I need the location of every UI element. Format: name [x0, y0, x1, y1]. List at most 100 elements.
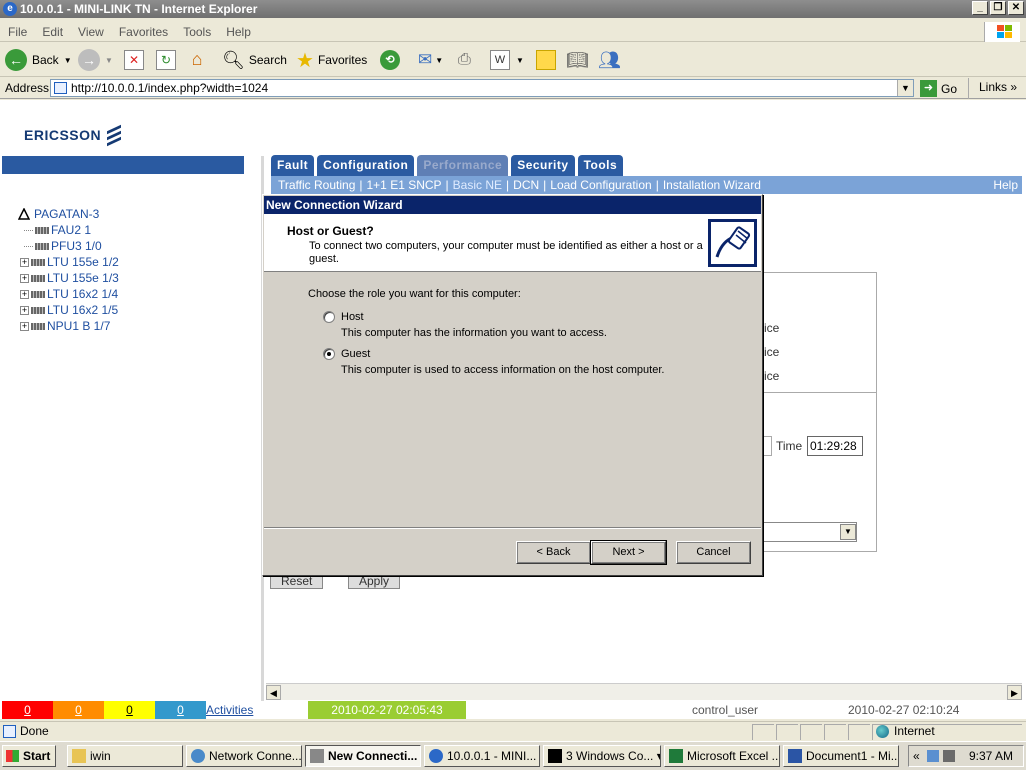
menu-edit[interactable]: Edit [34, 22, 70, 39]
address-dropdown-icon[interactable]: ▼ [897, 80, 913, 96]
scroll-left-icon[interactable]: ◀ [266, 685, 281, 700]
expand-icon[interactable]: + [20, 305, 29, 315]
alarm-count-warning[interactable]: 0 [155, 701, 206, 719]
board-icon [31, 306, 45, 314]
volume-icon[interactable] [943, 750, 955, 762]
restore-button[interactable]: ❐ [990, 1, 1006, 15]
back-button[interactable]: < Back [516, 541, 591, 564]
time-input[interactable]: 01:29:28 [807, 436, 863, 456]
host-radio[interactable] [323, 311, 335, 323]
messenger-icon[interactable]: 👥︎ [598, 50, 621, 71]
expand-icon[interactable]: + [20, 321, 29, 331]
menu-tools[interactable]: Tools [175, 22, 218, 39]
activities-link[interactable]: Activities [206, 701, 253, 719]
expand-icon[interactable]: + [20, 289, 29, 299]
tree-node[interactable]: + LTU 155e 1/2 [18, 254, 119, 270]
scroll-right-icon[interactable]: ▶ [1007, 685, 1022, 700]
guest-radio[interactable] [323, 348, 335, 360]
links-button[interactable]: Links » [968, 78, 1017, 99]
dialog-title[interactable]: New Connection Wizard [264, 196, 761, 214]
refresh-icon[interactable]: ↻ [156, 50, 176, 70]
print-icon[interactable]: ⎙ [458, 51, 471, 69]
research-icon[interactable]: 📖︎ [566, 50, 589, 71]
security-zone: Internet [876, 722, 935, 741]
back-button[interactable]: ← Back ▼ [5, 48, 72, 72]
minimize-button[interactable]: _ [972, 1, 988, 15]
board-icon [35, 242, 49, 250]
taskbar-item[interactable]: Microsoft Excel ... [664, 745, 780, 767]
home-icon[interactable]: ⌂ [187, 50, 207, 70]
address-input[interactable]: http://10.0.0.1/index.php?width=1024 ▼ [50, 79, 914, 97]
horizontal-scrollbar[interactable]: ◀ ▶ [266, 683, 1022, 700]
help-link[interactable]: Help [993, 176, 1018, 194]
role-prompt: Choose the role you want for this comput… [308, 288, 521, 300]
search-button[interactable]: 🔍︎ Search [222, 48, 287, 72]
edit-icon[interactable]: W [490, 50, 510, 70]
tree-node[interactable]: + LTU 16x2 1/5 [18, 302, 119, 318]
tree-node[interactable]: FAU2 1 [18, 222, 119, 238]
guest-description: This computer is used to access informat… [341, 364, 665, 376]
tray-expand-icon[interactable]: « [913, 746, 920, 766]
subnav-installation-wizard[interactable]: Installation Wizard [663, 178, 761, 192]
tab-fault[interactable]: Fault [271, 155, 315, 176]
tree-node[interactable]: + LTU 16x2 1/4 [18, 286, 119, 302]
menu-file[interactable]: File [0, 22, 34, 39]
expand-icon[interactable]: + [20, 257, 29, 267]
taskbar-item[interactable]: iwin [67, 745, 183, 767]
tab-security[interactable]: Security [511, 155, 575, 176]
taskbar-item[interactable]: 10.0.0.1 - MINI... [424, 745, 540, 767]
tree-node[interactable]: + NPU1 B 1/7 [18, 318, 119, 334]
console-icon [548, 749, 562, 763]
next-button[interactable]: Next > [590, 540, 667, 565]
taskbar-item[interactable]: 3 Windows Co... ▾ [543, 745, 661, 767]
subnav-dcn[interactable]: DCN [513, 178, 539, 192]
subnav-load-configuration[interactable]: Load Configuration [550, 178, 651, 192]
menu-favorites[interactable]: Favorites [111, 22, 175, 39]
menu-help[interactable]: Help [218, 22, 258, 39]
ie-toolbar: ← Back ▼ → ▼ ✕ ↻ ⌂ 🔍︎ Search ★ Favorites… [0, 43, 1026, 77]
taskbar-item[interactable]: Network Conne... [186, 745, 302, 767]
ericsson-logo: ERICSSON [24, 124, 122, 147]
forward-arrow-icon: → [78, 49, 100, 71]
discuss-icon[interactable] [536, 50, 556, 70]
stop-icon[interactable]: ✕ [124, 50, 144, 70]
background-select[interactable]: ▼ [762, 522, 857, 542]
close-button[interactable]: ✕ [1008, 1, 1024, 15]
guest-radio-option[interactable]: Guest [323, 348, 370, 360]
go-button[interactable]: ➜ Go [920, 80, 957, 97]
menu-view[interactable]: View [70, 22, 111, 39]
date-field-fragment[interactable] [762, 436, 772, 456]
subnav-traffic-routing[interactable]: Traffic Routing [278, 178, 355, 192]
tree-node-root[interactable]: PAGATAN-3 [18, 206, 119, 222]
taskbar-item-active[interactable]: New Connecti... [305, 745, 421, 767]
alarm-count-major[interactable]: 0 [53, 701, 104, 719]
subnav-e1-sncp[interactable]: 1+1 E1 SNCP [367, 178, 442, 192]
back-dropdown-icon[interactable]: ▼ [64, 56, 72, 65]
edit-dropdown-icon[interactable]: ▼ [516, 56, 524, 65]
current-user: control_user [692, 703, 759, 717]
alarm-count-critical[interactable]: 0 [2, 701, 53, 719]
wizard-step-subtitle: To connect two computers, your computer … [309, 240, 703, 265]
start-button[interactable]: Start [2, 745, 56, 767]
host-radio-option[interactable]: Host [323, 311, 364, 323]
taskbar-item[interactable]: Document1 - Mi... [783, 745, 899, 767]
history-icon[interactable]: ⟲ [380, 50, 400, 70]
word-icon [788, 749, 802, 763]
subnav-basic-ne[interactable]: Basic NE [453, 178, 502, 192]
mail-dropdown-icon[interactable]: ▼ [435, 56, 443, 65]
cancel-button[interactable]: Cancel [676, 541, 751, 564]
board-icon [31, 290, 45, 298]
mail-icon[interactable]: ✉ [418, 50, 432, 70]
clock[interactable]: 9:37 AM [969, 746, 1013, 766]
tree-node[interactable]: PFU3 1/0 [18, 238, 119, 254]
favorites-button[interactable]: ★ Favorites [296, 48, 367, 72]
forward-button[interactable]: → ▼ [78, 48, 113, 72]
tab-configuration[interactable]: Configuration [317, 155, 415, 176]
tree-node[interactable]: + LTU 155e 1/3 [18, 270, 119, 286]
network-tray-icon[interactable] [927, 750, 939, 762]
tab-tools[interactable]: Tools [577, 155, 624, 176]
alarm-count-minor[interactable]: 0 [104, 701, 155, 719]
expand-icon[interactable]: + [20, 273, 29, 283]
ne-tree: PAGATAN-3 FAU2 1 PFU3 1/0 + LTU 155e 1/2… [18, 206, 119, 334]
forward-dropdown-icon[interactable]: ▼ [105, 56, 113, 65]
